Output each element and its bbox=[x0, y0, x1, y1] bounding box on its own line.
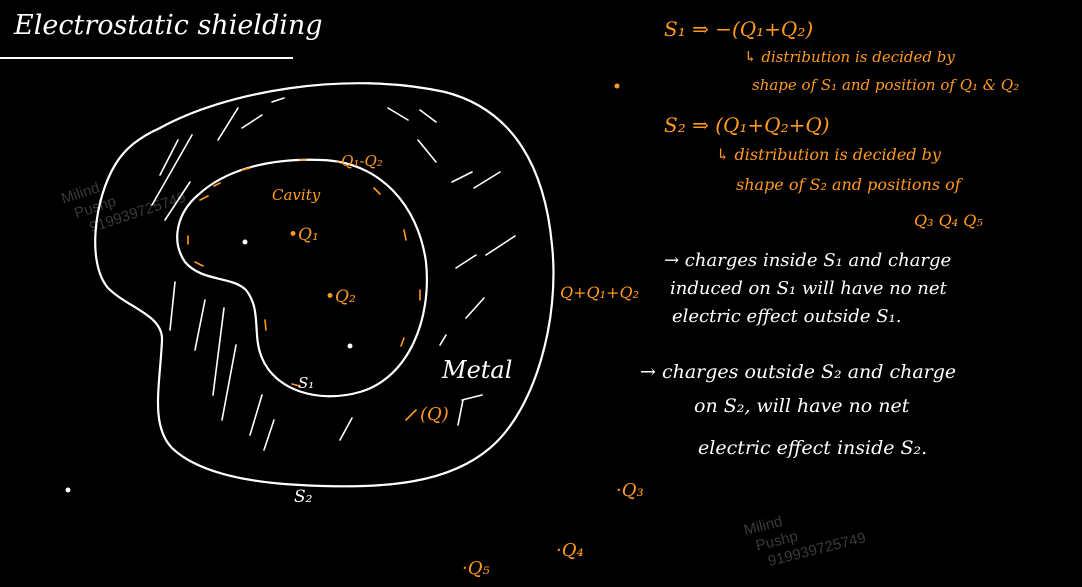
outer-charge-marks-s2 bbox=[405, 409, 417, 421]
note-s1-charge: S₁ ⇒ −(Q₁+Q₂) bbox=[664, 17, 813, 41]
cavity-label: Cavity bbox=[272, 186, 321, 204]
charge-q2-label: •Q₂ bbox=[325, 287, 356, 307]
note-point-1-line-2: induced on S₁ will have no net bbox=[670, 278, 948, 299]
note-point-2-line-2: on S₂, will have no net bbox=[694, 395, 910, 417]
note-s2-charge: S₂ ⇒ (Q₁+Q₂+Q) bbox=[664, 113, 830, 137]
note-point-1-line-3: electric effect outside S₁. bbox=[672, 306, 901, 327]
outside-dot bbox=[65, 487, 71, 493]
note-s2-detail-1: ↳ distribution is decided by bbox=[716, 145, 942, 164]
surface-s2-label: S₂ bbox=[294, 487, 313, 507]
note-point-1-line-1: → charges inside S₁ and charge bbox=[664, 250, 951, 271]
note-s2-detail-3: Q₃ Q₄ Q₅ bbox=[914, 211, 983, 230]
surface-s1-label: S₁ bbox=[298, 374, 314, 392]
whiteboard: Milind Pushp 919939725749 Milind Pushp 9… bbox=[0, 10, 1019, 579]
charge-q5-label: ·Q₅ bbox=[462, 558, 490, 579]
charge-q3-label: ·Q₃ bbox=[616, 480, 644, 501]
note-point-2-line-1: → charges outside S₂ and charge bbox=[640, 361, 956, 383]
charge-q1-label: •Q₁ bbox=[288, 225, 319, 245]
note-point-2-line-3: electric effect inside S₂. bbox=[698, 437, 927, 459]
note-s1-detail-2: shape of S₁ and position of Q₁ & Q₂ bbox=[752, 76, 1019, 94]
note-s2-detail-2: shape of S₂ and positions of bbox=[736, 175, 964, 194]
metal-label: Metal bbox=[441, 356, 512, 384]
note-s1-detail-1: ↳ distribution is decided by bbox=[744, 48, 955, 66]
page-title: Electrostatic shielding bbox=[13, 10, 323, 41]
metal-charge-label: (Q) bbox=[420, 404, 449, 425]
charge-q4-label: ·Q₄ bbox=[556, 540, 584, 561]
notes-dot bbox=[614, 83, 620, 89]
notes-panel: S₁ ⇒ −(Q₁+Q₂) ↳ distribution is decided … bbox=[640, 17, 1019, 459]
outer-surface-s2 bbox=[94, 82, 555, 488]
cavity-dot-1 bbox=[242, 239, 248, 245]
s1-induced-charge-label: -Q₁-Q₂ bbox=[336, 152, 383, 170]
s2-total-charge-label: Q+Q₁+Q₂ bbox=[560, 283, 639, 302]
cavity-dot-2 bbox=[347, 343, 353, 349]
